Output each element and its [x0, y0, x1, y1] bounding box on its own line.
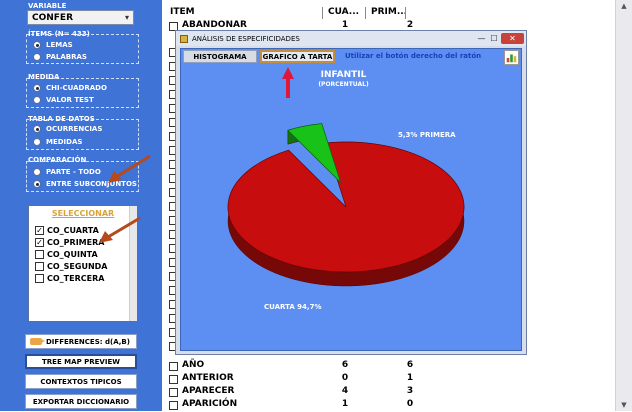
row-word: APARICIÓN — [182, 399, 238, 409]
items-group-label: ÍTEMS (N= 433) — [28, 30, 90, 38]
chart-area: HISTOGRAMA GRAFICO A TARTA Utilizar el b… — [180, 48, 522, 351]
scroll-down-icon[interactable]: ▼ — [616, 399, 632, 411]
pie-slice-cuarta[interactable] — [227, 141, 465, 287]
table-row[interactable]: AÑO 6 6 — [165, 360, 465, 373]
maximize-button[interactable]: ☐ — [488, 33, 500, 44]
window-title: ANÁLISIS DE ESPECIFICIDADES — [192, 34, 300, 43]
radio-icon[interactable] — [33, 168, 41, 176]
row-value-cuarta: 0 — [341, 373, 349, 383]
pie-slice-top — [227, 141, 465, 273]
pie-label-primera: 5,3% PRIMERA — [398, 131, 456, 139]
left-panel: VARIABLE CONFER ▾ ÍTEMS (N= 433) LEMAS P… — [0, 0, 162, 411]
radio-icon[interactable] — [33, 53, 41, 61]
radio-icon[interactable] — [33, 96, 41, 104]
option-label: OCURRENCIAS — [46, 125, 103, 133]
row-word: APARECER — [182, 386, 235, 396]
minimize-button[interactable]: — — [475, 33, 488, 44]
column-header-cuarta[interactable]: CUA... — [323, 7, 366, 19]
radio-selected-icon[interactable] — [33, 125, 41, 133]
variable-dropdown-value: CONFER — [32, 12, 74, 23]
variable-dropdown[interactable]: CONFER ▾ — [27, 10, 134, 25]
radio-selected-icon[interactable] — [33, 84, 41, 92]
differences-button-label: DIFFERENCES: d(A,B) — [46, 337, 130, 346]
list-item-label: CO_SEGUNDA — [47, 262, 108, 271]
option-label: MEDIDAS — [46, 138, 83, 146]
table-scrollbar[interactable]: ▲ ▼ — [615, 0, 632, 411]
variable-label: VARIABLE — [28, 2, 67, 10]
column-header-item[interactable]: ITEM — [165, 7, 323, 19]
option-lemas[interactable]: LEMAS — [33, 41, 73, 49]
option-ocurrencias[interactable]: OCURRENCIAS — [33, 125, 102, 133]
row-word: ABANDONAR — [182, 20, 247, 30]
scroll-up-icon[interactable]: ▲ — [616, 0, 632, 12]
row-value-cuarta: 1 — [341, 399, 349, 409]
column-header-primera[interactable]: PRIM... — [366, 7, 406, 19]
row-value-cuarta: 4 — [341, 386, 349, 396]
list-item-label: CO_TERCERA — [47, 274, 105, 283]
specificity-analysis-window: ANÁLISIS DE ESPECIFICIDADES — ☐ ✕ HISTOG… — [175, 30, 527, 355]
radio-icon[interactable] — [33, 138, 41, 146]
row-word: AÑO — [182, 360, 205, 370]
window-title-bar[interactable]: ANÁLISIS DE ESPECIFICIDADES — ☐ ✕ — [176, 31, 526, 46]
exportar-diccionario-button[interactable]: EXPORTAR DICCIONARIO — [25, 394, 137, 409]
pie-chart: CUARTA 94,7% 5,3% PRIMERA — [227, 123, 465, 311]
close-button[interactable]: ✕ — [501, 33, 524, 44]
list-item-co-segunda[interactable]: CO_SEGUNDA — [35, 262, 108, 271]
checkbox-icon[interactable] — [35, 250, 44, 259]
differences-button[interactable]: DIFFERENCES: d(A,B) — [25, 334, 137, 349]
row-checkbox[interactable] — [169, 388, 178, 397]
tree-map-preview-button[interactable]: TREE MAP PREVIEW — [25, 354, 137, 369]
table-header: ITEM CUA... PRIM... — [165, 7, 615, 19]
tag-icon — [30, 338, 45, 345]
row-value-primera: 1 — [406, 373, 414, 383]
row-value-primera: 3 — [406, 386, 414, 396]
comparison-group-label: COMPARACIÓN — [28, 156, 87, 164]
radio-selected-icon[interactable] — [33, 180, 41, 188]
list-item-co-quinta[interactable]: CO_QUINTA — [35, 250, 98, 259]
annotation-arrow-icon — [108, 154, 151, 183]
list-item-co-primera[interactable]: ✓ CO_PRIMERA — [35, 238, 104, 247]
option-chi-cuadrado[interactable]: CHI-CUADRADO — [33, 84, 107, 92]
pie-label-cuarta: CUARTA 94,7% — [264, 303, 321, 311]
table-row[interactable]: APARECER 4 3 — [165, 386, 465, 399]
list-item-co-tercera[interactable]: CO_TERCERA — [35, 274, 104, 283]
option-medidas[interactable]: MEDIDAS — [33, 138, 82, 146]
radio-selected-icon[interactable] — [33, 41, 41, 49]
row-value-primera: 0 — [406, 399, 414, 409]
option-label: PARTE - TODO — [46, 168, 101, 176]
app-icon — [180, 34, 188, 43]
option-label: PALABRAS — [46, 53, 87, 61]
option-label: CHI-CUADRADO — [46, 84, 107, 92]
annotation-arrow-icon — [99, 216, 141, 243]
data-table-group-label: TABLA DE DATOS — [28, 115, 95, 123]
row-value-primera: 2 — [406, 20, 414, 30]
checkbox-icon[interactable] — [35, 274, 44, 283]
table-row[interactable]: APARICIÓN 1 0 — [165, 399, 465, 412]
list-item-co-cuarta[interactable]: ✓ CO_CUARTA — [35, 226, 99, 235]
option-label: LEMAS — [46, 41, 73, 49]
measure-group-label: MEDIDA — [28, 73, 60, 81]
option-label: VALOR TEST — [46, 96, 94, 104]
row-value-primera: 6 — [406, 360, 414, 370]
row-checkbox[interactable] — [169, 362, 178, 371]
option-palabras[interactable]: PALABRAS — [33, 53, 87, 61]
option-parte-todo[interactable]: PARTE - TODO — [33, 168, 101, 176]
contextos-tipicos-button[interactable]: CONTEXTOS TIPICOS — [25, 374, 137, 389]
pointer-arrow-icon — [282, 67, 294, 98]
list-item-label: CO_QUINTA — [47, 250, 98, 259]
chevron-down-icon: ▾ — [124, 13, 129, 22]
row-value-cuarta: 1 — [341, 20, 349, 30]
list-item-label: CO_CUARTA — [47, 226, 99, 235]
row-value-cuarta: 6 — [341, 360, 349, 370]
option-valor-test[interactable]: VALOR TEST — [33, 96, 94, 104]
table-row[interactable]: ANTERIOR 0 1 — [165, 373, 465, 386]
checkbox-checked-icon[interactable]: ✓ — [35, 226, 44, 235]
row-checkbox[interactable] — [169, 401, 178, 410]
row-word: ANTERIOR — [182, 373, 234, 383]
row-checkbox[interactable] — [169, 375, 178, 384]
checkbox-checked-icon[interactable]: ✓ — [35, 238, 44, 247]
checkbox-icon[interactable] — [35, 262, 44, 271]
